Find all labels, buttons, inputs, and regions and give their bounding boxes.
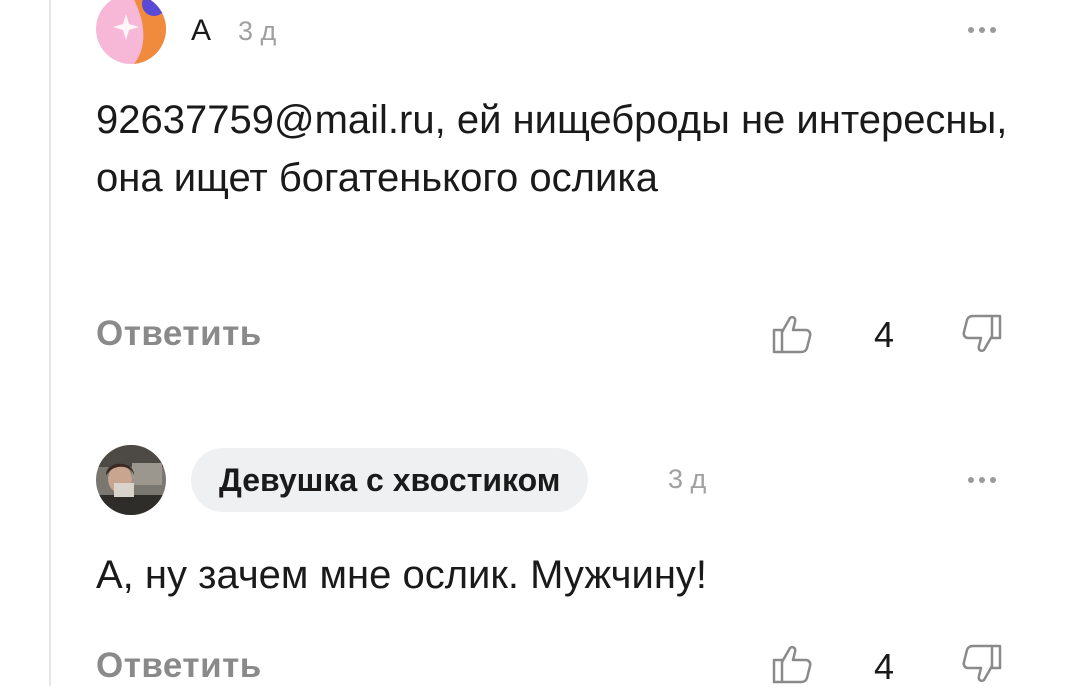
more-options-icon[interactable]	[962, 18, 1002, 42]
comment-text: А, ну зачем мне ослик. Мужчину!	[96, 553, 708, 597]
comment-time: 3 д	[668, 464, 707, 494]
thumbs-down-icon[interactable]	[958, 310, 1006, 358]
photo-avatar[interactable]	[96, 445, 166, 515]
more-options-icon[interactable]	[962, 468, 1002, 492]
thumbs-down-icon[interactable]	[958, 640, 1006, 688]
comment-score: 4	[874, 646, 895, 687]
thread-line	[49, 0, 51, 686]
reply-button[interactable]: Ответить	[96, 314, 262, 354]
author-name[interactable]: А	[191, 14, 211, 48]
comment-score: 4	[874, 314, 895, 355]
thumbs-up-icon[interactable]	[768, 640, 816, 688]
comment-text: 92637759@mail.ru, ей нищеброды не интере…	[96, 98, 1008, 200]
thumbs-up-icon[interactable]	[768, 310, 816, 358]
reply-button[interactable]: Ответить	[96, 646, 262, 686]
abstract-avatar-icon[interactable]	[96, 0, 166, 64]
author-name[interactable]: Девушка с хвостиком	[191, 448, 589, 512]
comment-time: 3 д	[238, 16, 277, 46]
